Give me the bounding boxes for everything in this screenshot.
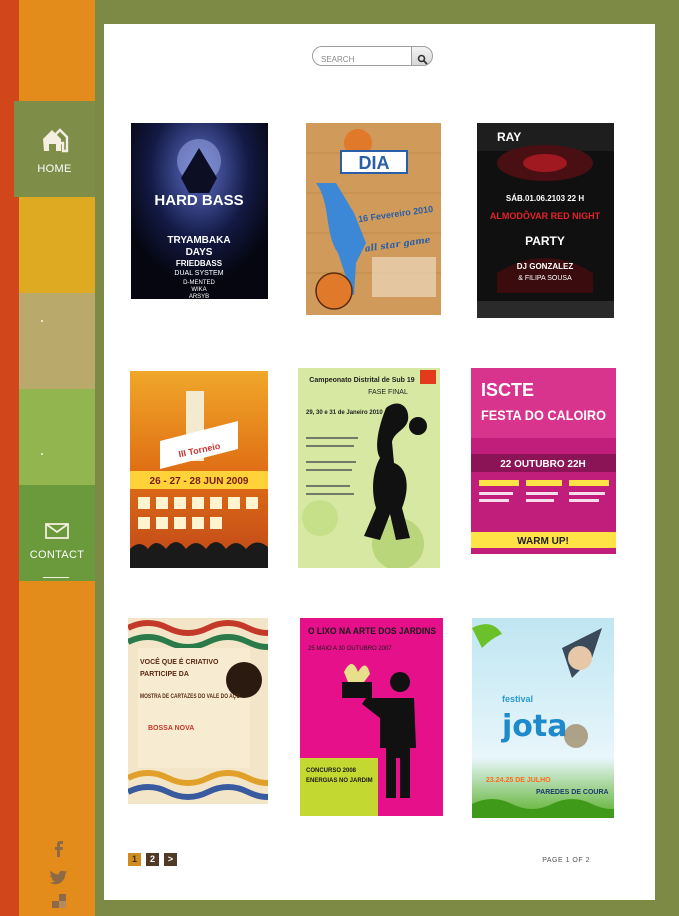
poster-subtitle: FASE FINAL bbox=[368, 389, 408, 396]
poster-lineup-item: DUAL SYSTEM bbox=[174, 270, 223, 277]
poster-contest: CONCURSO 2008 bbox=[306, 768, 357, 774]
poster-tagline: BOSSA NOVA bbox=[148, 725, 194, 732]
poster-headline: Campeonato Distrital de Sub 19 bbox=[309, 377, 415, 384]
poster-dates: 29, 30 e 31 de Janeiro 2010 bbox=[306, 410, 383, 416]
delicious-icon[interactable] bbox=[48, 890, 70, 912]
nav-contact-label: CONTACT bbox=[29, 549, 85, 561]
poster-subtitle: 25 MAIO A 30 OUTUBRO 2007 bbox=[308, 646, 392, 652]
search-input[interactable] bbox=[321, 51, 406, 68]
nav-home-label: HOME bbox=[37, 163, 72, 175]
poster-iscte-festa-caloiro[interactable]: ISCTE FESTA DO CALOIRO 22 OUTUBRO 22H WA… bbox=[471, 368, 616, 571]
poster-dj: DJ GONZALEZ bbox=[517, 262, 574, 271]
nav-tile-tan[interactable] bbox=[19, 293, 95, 389]
poster-dates: 26 - 27 - 28 JUN 2009 bbox=[150, 476, 249, 487]
search-icon bbox=[417, 50, 428, 69]
nav-tile-yellow[interactable] bbox=[19, 197, 95, 293]
next-page-button[interactable]: > bbox=[164, 853, 177, 866]
nav-dot bbox=[41, 320, 43, 322]
poster-hard-bass[interactable]: HARD BASS TRYAMBAKA DAYS FRIEDBASS DUAL … bbox=[131, 123, 268, 313]
poster-party: PARTY bbox=[525, 234, 565, 248]
mail-icon bbox=[45, 523, 69, 543]
pagination: 1 2 > bbox=[128, 853, 177, 866]
poster-headline: jota bbox=[501, 709, 567, 744]
poster-festival-jota[interactable]: festival jota 23.24.25 DE JULHO PAREDES … bbox=[472, 618, 614, 818]
poster-dj-secondary: & FILIPA SOUSA bbox=[518, 275, 572, 282]
nav-contact[interactable]: CONTACT bbox=[19, 485, 95, 581]
poster-headline: MOSTRA DE CARTAZES DO VALE DO AÇO bbox=[140, 694, 240, 700]
poster-headline: FESTA DO CALOIRO bbox=[481, 407, 606, 423]
poster-dia-all-star-game[interactable]: DIA 16 Fevereiro 2010 all star game bbox=[306, 123, 441, 315]
home-icon bbox=[41, 127, 69, 157]
poster-subtitle: WARM UP! bbox=[517, 536, 569, 547]
nav-divider bbox=[43, 577, 69, 578]
poster-lineup-item: FRIEDBASS bbox=[176, 259, 223, 268]
search-button[interactable] bbox=[411, 46, 433, 66]
nav-home[interactable]: HOME bbox=[14, 101, 95, 197]
poster-place: PAREDES DE COURA bbox=[536, 789, 609, 796]
content-panel: HARD BASS TRYAMBAKA DAYS FRIEDBASS DUAL … bbox=[104, 24, 655, 900]
poster-campeonato-distrital[interactable]: Campeonato Distrital de Sub 19 FASE FINA… bbox=[298, 368, 440, 568]
page-1-button[interactable]: 1 bbox=[128, 853, 141, 866]
poster-lixo-na-arte[interactable]: O LIXO NA ARTE DOS JARDINS 25 MAIO A 30 … bbox=[300, 618, 443, 816]
poster-date: SÁB.01.06.2103 22 H bbox=[506, 194, 584, 203]
poster-lineup-item: DAYS bbox=[186, 247, 213, 258]
nav-dot bbox=[41, 453, 43, 455]
poster-red-night-party[interactable]: RAY SÁB.01.06.2103 22 H ALMODÔVAR RED NI… bbox=[477, 123, 614, 318]
twitter-icon[interactable] bbox=[48, 864, 70, 886]
poster-headline: DIA bbox=[359, 153, 390, 173]
poster-brand: ISCTE bbox=[481, 380, 534, 400]
poster-brand: festival bbox=[502, 694, 533, 704]
page-summary: PAGE 1 OF 2 bbox=[542, 857, 590, 864]
search-box bbox=[312, 46, 433, 68]
nav-tile-lime[interactable] bbox=[19, 389, 95, 485]
poster-lineup-item: TRYAMBAKA bbox=[167, 235, 230, 246]
poster-lineup-item: D-MENTED bbox=[183, 280, 215, 286]
page-2-button[interactable]: 2 bbox=[146, 853, 159, 866]
poster-torneio-orquet[interactable]: III Torneio 26 - 27 - 28 JUN 2009 bbox=[130, 371, 268, 568]
poster-lineup-item: ARSYB bbox=[189, 294, 209, 300]
poster-date: 22 OUTUBRO 22H bbox=[500, 459, 586, 470]
poster-headline: HARD BASS bbox=[154, 192, 243, 209]
poster-line: VOCÊ QUE É CRIATIVO bbox=[140, 657, 219, 666]
poster-mostra-cartazes[interactable]: VOCÊ QUE É CRIATIVO PARTICIPE DA MOSTRA … bbox=[128, 618, 268, 820]
poster-headline: O LIXO NA ARTE DOS JARDINS bbox=[308, 626, 436, 636]
poster-brand: RAY bbox=[497, 130, 521, 144]
poster-contest-theme: ENERGIAS NO JARDIM bbox=[306, 778, 373, 784]
poster-line: PARTICIPE DA bbox=[140, 671, 189, 678]
poster-headline: ALMODÔVAR RED NIGHT bbox=[490, 210, 601, 221]
facebook-icon[interactable] bbox=[48, 837, 70, 859]
poster-dates: 23.24.25 DE JULHO bbox=[486, 777, 551, 784]
poster-lineup-item: WIKA bbox=[191, 287, 206, 293]
